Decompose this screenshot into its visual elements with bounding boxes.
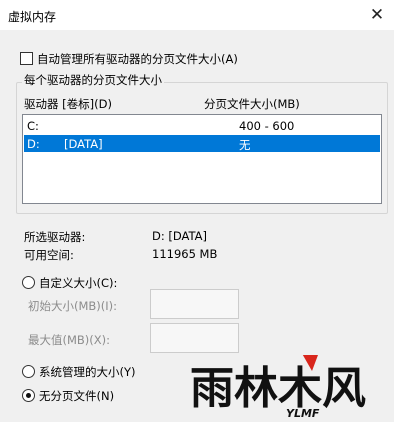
close-button[interactable]: ✕ xyxy=(360,0,394,30)
initial-size-label: 初始大小(MB)(I): xyxy=(28,299,118,313)
close-icon: ✕ xyxy=(369,5,385,25)
window-title: 虚拟内存 xyxy=(8,10,57,24)
system-managed-label: 系统管理的大小(Y) xyxy=(39,365,136,379)
drive-label: [DATA] xyxy=(64,137,103,151)
watermark-text: 雨林木风 xyxy=(190,363,366,414)
title-bar: 虚拟内存 ✕ xyxy=(0,0,394,30)
column-header-drive: 驱动器 [卷标](D) xyxy=(24,97,112,111)
selected-drive-label: 所选驱动器: xyxy=(24,230,86,244)
selected-drive-value: D: [DATA] xyxy=(152,229,207,243)
initial-size-input[interactable] xyxy=(150,289,239,319)
free-space-value: 111965 MB xyxy=(152,247,218,261)
max-size-label: 最大值(MB)(X): xyxy=(28,333,111,347)
no-paging-file-label: 无分页文件(N) xyxy=(39,389,115,403)
system-managed-radio-row[interactable]: 系统管理的大小(Y) xyxy=(22,364,136,380)
max-size-input[interactable] xyxy=(150,323,239,353)
watermark-subtext: YLMF xyxy=(286,407,320,419)
system-managed-radio[interactable] xyxy=(22,365,35,378)
column-header-size: 分页文件大小(MB) xyxy=(204,97,300,111)
group-legend: 每个驱动器的分页文件大小 xyxy=(22,72,164,88)
drive-row-c[interactable]: C: 400 - 600 xyxy=(24,117,380,134)
custom-size-radio-row[interactable]: 自定义大小(C): xyxy=(22,275,117,291)
ylmf-watermark: 雨林木风 YLMF xyxy=(190,350,394,420)
custom-size-label: 自定义大小(C): xyxy=(39,276,118,290)
drive-paging-size: 400 - 600 xyxy=(239,119,295,133)
drive-paging-size: 无 xyxy=(239,138,251,152)
drive-letter: D: xyxy=(27,137,40,151)
free-space-label: 可用空间: xyxy=(24,248,74,262)
drive-letter: C: xyxy=(27,119,39,133)
no-paging-file-radio-row[interactable]: 无分页文件(N) xyxy=(22,388,114,404)
watermark-graphic: 雨林木风 YLMF xyxy=(190,350,366,420)
auto-manage-label: 自动管理所有驱动器的分页文件大小(A) xyxy=(37,52,238,66)
drive-row-d[interactable]: D: [DATA] 无 xyxy=(24,135,380,152)
drive-listbox[interactable]: C: 400 - 600 D: [DATA] 无 xyxy=(22,114,382,204)
auto-manage-checkbox[interactable] xyxy=(20,52,33,65)
auto-manage-checkbox-row[interactable]: 自动管理所有驱动器的分页文件大小(A) xyxy=(20,51,238,67)
no-paging-file-radio[interactable] xyxy=(22,389,35,402)
custom-size-radio[interactable] xyxy=(22,276,35,289)
